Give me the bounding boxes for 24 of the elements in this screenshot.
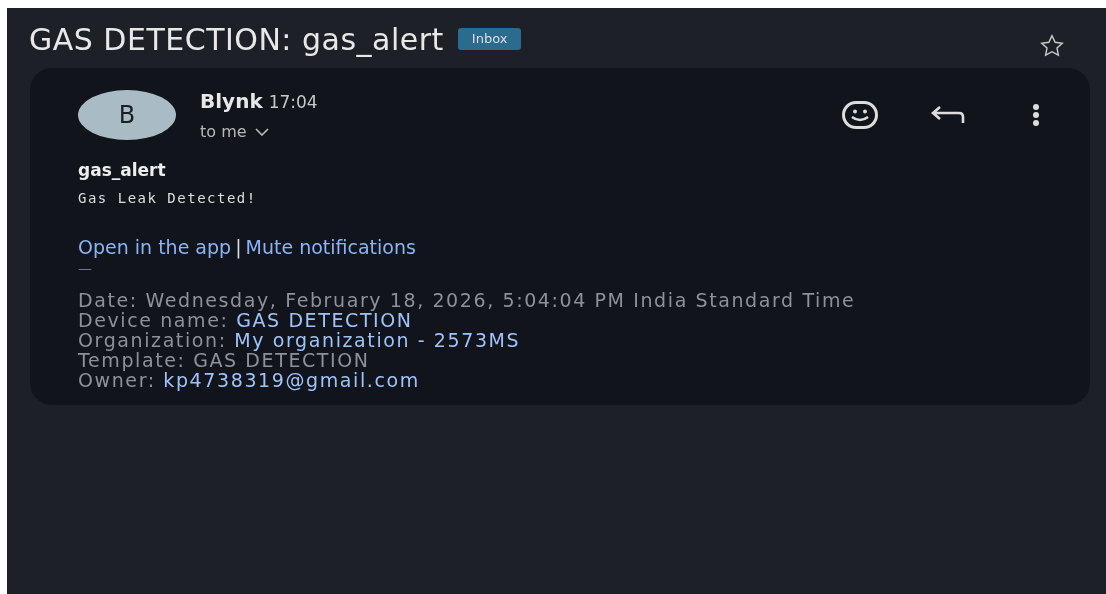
- message-time: 17:04: [268, 91, 318, 114]
- reply-icon[interactable]: [930, 105, 966, 125]
- detail-line: Owner: kp4738319@gmail.com: [78, 370, 421, 391]
- detail-line: Date: Wednesday, February 18, 2026, 5:04:04 PM India Standard Time: [78, 291, 857, 311]
- link-separator: |: [235, 234, 242, 261]
- sender-name: Blynk: [200, 88, 263, 115]
- detail-line: Organization: My organization - 2573MS: [78, 330, 522, 351]
- inbox-label[interactable]: Inbox: [457, 28, 522, 50]
- star-icon[interactable]: [1038, 33, 1066, 59]
- detail-link[interactable]: My organization - 2573MS: [234, 328, 521, 351]
- message-body: Gas Leak Detected!: [78, 188, 258, 208]
- recipient-text: to me: [200, 121, 247, 143]
- text-link[interactable]: Mute notifications: [245, 232, 416, 261]
- text-link[interactable]: Open in the app: [78, 232, 232, 261]
- detail-line: Device name: GAS DETECTION: [78, 310, 413, 331]
- detail-link[interactable]: kp4738319@gmail.com: [163, 368, 420, 391]
- chevron-down-icon[interactable]: [254, 128, 269, 136]
- message-title: gas_alert: [78, 159, 167, 182]
- dash-text: —: [78, 261, 93, 275]
- emoji-icon[interactable]: [842, 101, 878, 129]
- email-subject: GAS DETECTION: gas_alert: [29, 20, 444, 59]
- detail-line: Template: GAS DETECTION: [78, 350, 370, 371]
- avatar: B: [78, 90, 176, 140]
- more-options-icon[interactable]: [1032, 104, 1040, 126]
